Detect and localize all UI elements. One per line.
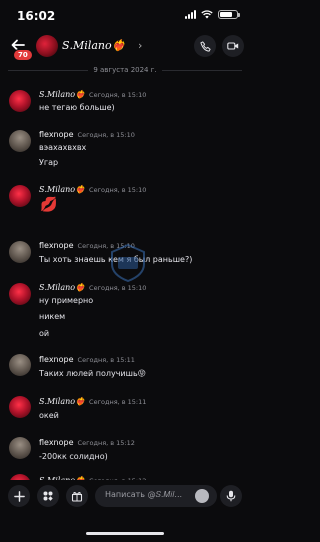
timestamp: Сегодня, в 15:10 [89, 284, 147, 292]
plus-icon [13, 490, 25, 502]
divider [161, 69, 242, 71]
date-separator: 9 августа 2024 г. [0, 64, 250, 76]
timestamp: Сегодня, в 15:10 [89, 91, 147, 99]
avatar[interactable] [9, 130, 31, 152]
apps-icon [43, 491, 53, 501]
message-text[interactable]: вэахахвхвх [39, 143, 86, 152]
message-header: 𝑆.𝑀𝑖𝑙𝑎𝑛𝑜❤️‍🔥 Сегодня, в 15:10 [39, 90, 146, 99]
author-name[interactable]: 𝑆.𝑀𝑖𝑙𝑎𝑛𝑜❤️‍🔥 [39, 397, 85, 406]
message-text[interactable]: -200кк солидно) [39, 452, 108, 461]
status-bar: 16:02 [0, 0, 250, 30]
message-text[interactable]: не тегаю больше) [39, 103, 115, 112]
watermark-logo [111, 244, 145, 282]
author-name[interactable]: 𝑆.𝑀𝑖𝑙𝑎𝑛𝑜❤️‍🔥 [39, 90, 85, 99]
author-name[interactable]: 𝑆.𝑀𝑖𝑙𝑎𝑛𝑜❤️‍🔥 [39, 283, 85, 292]
phone-icon [199, 40, 211, 52]
timestamp: Сегодня, в 15:11 [77, 356, 135, 364]
message-header: 𝑆.𝑀𝑖𝑙𝑎𝑛𝑜❤️‍🔥 Сегодня, в 15:11 [39, 397, 146, 406]
avatar[interactable] [9, 90, 31, 112]
gift-button[interactable] [66, 485, 88, 507]
add-attachment-button[interactable] [8, 485, 30, 507]
message-input-placeholder: Написать @𝑆.𝑀𝑖𝑙... [105, 490, 183, 499]
voice-message-button[interactable] [220, 485, 242, 507]
message-header: 𝑆.𝑀𝑖𝑙𝑎𝑛𝑜❤️‍🔥 Сегодня, в 15:10 [39, 185, 146, 194]
avatar[interactable] [9, 185, 31, 207]
message-text[interactable]: ой [39, 329, 49, 338]
timestamp: Сегодня, в 15:11 [89, 398, 147, 406]
message-text[interactable]: Угар [39, 158, 58, 167]
home-indicator [86, 532, 164, 535]
message-text[interactable]: ну примерно [39, 296, 93, 305]
chat-header: 70 𝑆.𝑀𝑖𝑙𝑎𝑛𝑜❤️‍🔥 › [0, 30, 250, 62]
message-header: flexnope Сегодня, в 15:12 [39, 438, 135, 447]
avatar[interactable] [9, 283, 31, 305]
message-header: flexnope Сегодня, в 15:10 [39, 130, 135, 139]
message-text[interactable]: Таких люлей получишь😝 [39, 369, 146, 378]
cellular-signal-icon [185, 10, 196, 19]
message-text[interactable]: никем [39, 312, 65, 321]
divider [8, 69, 89, 71]
author-name[interactable]: flexnope [39, 355, 74, 364]
status-icons [185, 10, 240, 19]
wifi-icon [201, 10, 213, 19]
apps-button[interactable] [37, 485, 59, 507]
message-header: 𝑆.𝑀𝑖𝑙𝑎𝑛𝑜❤️‍🔥 Сегодня, в 15:10 [39, 283, 146, 292]
call-button[interactable] [194, 35, 216, 57]
status-time: 16:02 [17, 9, 56, 23]
emoji-icon[interactable] [195, 489, 209, 503]
avatar[interactable] [9, 437, 31, 459]
author-name[interactable]: flexnope [39, 130, 74, 139]
video-icon [227, 42, 239, 50]
unread-badge: 70 [13, 49, 33, 61]
chat-title[interactable]: 𝑆.𝑀𝑖𝑙𝑎𝑛𝑜❤️‍🔥 [62, 39, 125, 52]
date-separator-label: 9 августа 2024 г. [93, 66, 157, 74]
avatar[interactable] [9, 396, 31, 418]
author-name[interactable]: flexnope [39, 241, 74, 250]
timestamp: Сегодня, в 15:10 [77, 131, 135, 139]
video-call-button[interactable] [222, 35, 244, 57]
author-name[interactable]: 𝑆.𝑀𝑖𝑙𝑎𝑛𝑜❤️‍🔥 [39, 185, 85, 194]
kiss-emoji[interactable]: 💋 [40, 197, 57, 213]
header-avatar[interactable] [36, 35, 58, 57]
avatar[interactable] [9, 354, 31, 376]
chevron-right-icon[interactable]: › [138, 39, 142, 52]
message-header: flexnope Сегодня, в 15:11 [39, 355, 135, 364]
gift-icon [71, 491, 83, 502]
battery-icon [218, 10, 240, 19]
timestamp: Сегодня, в 15:10 [89, 186, 147, 194]
author-name[interactable]: flexnope [39, 438, 74, 447]
message-input[interactable]: Написать @𝑆.𝑀𝑖𝑙... [95, 485, 217, 507]
microphone-icon [226, 490, 236, 502]
message-text[interactable]: окей [39, 411, 59, 420]
message-composer: Написать @𝑆.𝑀𝑖𝑙... [0, 480, 250, 542]
timestamp: Сегодня, в 15:12 [77, 439, 135, 447]
avatar[interactable] [9, 241, 31, 263]
